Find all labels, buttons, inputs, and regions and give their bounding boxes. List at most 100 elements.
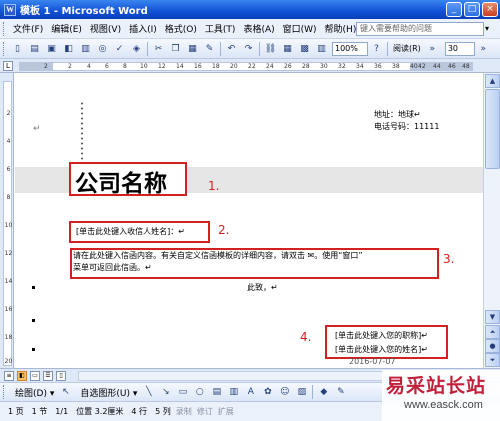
phone-line[interactable]: 电话号码：11111	[374, 121, 439, 133]
sender-name-field[interactable]: [单击此处键入您的姓名]↵	[335, 344, 428, 355]
zoom-select[interactable]: 100%	[332, 41, 368, 56]
toolbar-grip[interactable]	[3, 21, 6, 36]
closing-line[interactable]: 此致，↵	[247, 282, 278, 293]
menu-edit[interactable]: 编辑(E)	[47, 22, 86, 35]
undo-icon[interactable]: ↶	[225, 42, 238, 55]
ruler-number: 46	[448, 63, 456, 70]
letter-body-line-2[interactable]: 菜单可返回此信函。↵	[73, 262, 152, 273]
ruler-track[interactable]: 2 2 4 6 8 10 12 14 16 18 20 22 24 26 28 …	[19, 62, 473, 71]
recipient-name-field[interactable]: [单击此处键入收信人姓名]：↵	[76, 226, 185, 237]
menu-insert[interactable]: 插入(I)	[125, 22, 161, 35]
watermark-logo-text: 易采站长站	[386, 375, 487, 397]
hyperlink-icon[interactable]: ⛓	[264, 42, 277, 55]
print-layout-icon[interactable]: ▭	[30, 371, 40, 381]
ruler-number: 40	[410, 63, 418, 70]
menu-window[interactable]: 窗口(W)	[279, 22, 321, 35]
print-preview-icon[interactable]: ◎	[96, 42, 109, 55]
menu-view[interactable]: 视图(V)	[86, 22, 125, 35]
insert-table-icon[interactable]: ▩	[298, 42, 311, 55]
web-view-icon[interactable]: ◧	[17, 371, 27, 381]
toolbar-separator	[147, 41, 148, 56]
menu-tools[interactable]: 工具(T)	[201, 22, 240, 35]
tables-borders-icon[interactable]: ▦	[281, 42, 294, 55]
redo-icon[interactable]: ↷	[242, 42, 255, 55]
help-dropdown-icon[interactable]: ▾	[485, 24, 489, 33]
status-track-changes[interactable]: 修订	[197, 406, 213, 417]
document-canvas[interactable]: ↵ 地址：地球↵ 电话号码：11111 公司名称 1. [单击此处键入收信人姓名…	[15, 73, 483, 368]
minimize-button[interactable]: _	[446, 2, 462, 17]
help-search-input[interactable]: 键入需要帮助的问题	[356, 22, 484, 36]
address-line[interactable]: 地址：地球↵	[374, 109, 439, 121]
oval-icon[interactable]: ○	[193, 386, 206, 399]
ruler-number: 32	[338, 63, 346, 70]
scroll-down-icon[interactable]: ▼	[485, 310, 500, 324]
arrow-icon[interactable]: ↘	[159, 386, 172, 399]
menu-file[interactable]: 文件(F)	[9, 22, 47, 35]
sender-title-field[interactable]: [单击此处键入您的职称]↵	[335, 330, 428, 341]
word-app-icon[interactable]: W	[4, 3, 16, 16]
close-button[interactable]: ×	[482, 2, 498, 17]
line-icon[interactable]: ╲	[142, 386, 155, 399]
cut-icon[interactable]: ✂	[152, 42, 165, 55]
browse-object-icon[interactable]: ●	[485, 339, 500, 353]
vertical-ruler-track[interactable]: 2 4 6 8 10 12 14 16 18 20	[3, 81, 12, 366]
rectangle-icon[interactable]: ▭	[176, 386, 189, 399]
paragraph-mark: ↵	[33, 124, 41, 134]
copy-icon[interactable]: ❐	[169, 42, 182, 55]
font-size-select[interactable]: 30	[444, 41, 475, 56]
letter-body-line-1[interactable]: 请在此处键入信函内容。有关自定义信函模板的详细内容，请双击 ✉。使用“窗口”	[73, 250, 363, 261]
tab-selector-icon[interactable]: L	[3, 61, 13, 71]
help-icon[interactable]: ?	[370, 42, 383, 55]
normal-view-icon[interactable]: ≡	[4, 371, 14, 381]
company-name-field[interactable]: 公司名称	[75, 164, 167, 198]
permission-icon[interactable]: ◧	[62, 42, 75, 55]
line-color-icon[interactable]: ✎	[334, 386, 347, 399]
toolbar-grip[interactable]	[3, 385, 6, 399]
picture-icon[interactable]: ▨	[295, 386, 308, 399]
scroll-up-icon[interactable]: ▲	[485, 74, 500, 88]
menu-help[interactable]: 帮助(H)	[321, 22, 361, 35]
text-box-icon[interactable]: ▤	[210, 386, 223, 399]
draw-menu-button[interactable]: 绘图(D) ▾	[15, 386, 54, 399]
date-field[interactable]: 2016-07-07	[349, 357, 396, 366]
clip-art-icon[interactable]: ☺	[278, 386, 291, 399]
diagram-icon[interactable]: ✿	[261, 386, 274, 399]
status-extend[interactable]: 扩展	[218, 406, 234, 417]
ruler-number: 48	[462, 63, 470, 70]
scroll-thumb[interactable]	[485, 89, 500, 169]
maximize-button[interactable]: □	[464, 2, 480, 17]
vertical-scrollbar[interactable]: ▲ ▼ ⏶ ● ⏷	[483, 73, 500, 368]
research-icon[interactable]: ◈	[130, 42, 143, 55]
status-column: 5 列	[155, 407, 171, 416]
toolbar-options-icon[interactable]: »	[426, 42, 439, 55]
format-painter-icon[interactable]: ✎	[203, 42, 216, 55]
vertical-ruler[interactable]: 2 4 6 8 10 12 14 16 18 20	[0, 73, 14, 368]
menu-format[interactable]: 格式(O)	[161, 22, 201, 35]
address-block[interactable]: 地址：地球↵ 电话号码：11111	[374, 109, 439, 133]
autoshapes-menu-button[interactable]: 自选图形(U) ▾	[80, 386, 137, 399]
spelling-icon[interactable]: ✓	[113, 42, 126, 55]
print-icon[interactable]: ▥	[79, 42, 92, 55]
outline-view-icon[interactable]: ☰	[43, 371, 53, 381]
save-icon[interactable]: ▣	[45, 42, 58, 55]
next-page-icon[interactable]: ⏷	[485, 353, 500, 367]
horizontal-ruler[interactable]: L 2 2 4 6 8 10 12 14 16 18 20 22 24 26 2…	[0, 59, 500, 73]
status-record[interactable]: 录制	[176, 406, 192, 417]
open-folder-icon[interactable]: ▤	[28, 42, 41, 55]
vertical-text-box-icon[interactable]: ▥	[227, 386, 240, 399]
toolbar-options-icon[interactable]: »	[477, 42, 490, 55]
reading-layout-button[interactable]: 阅读(R)	[393, 43, 421, 54]
toolbar-grip[interactable]	[3, 41, 6, 56]
reading-view-icon[interactable]: ▯	[56, 371, 66, 381]
wordart-icon[interactable]: A	[244, 386, 257, 399]
toolbar-separator	[220, 41, 221, 56]
menu-table[interactable]: 表格(A)	[239, 22, 278, 35]
fill-color-icon[interactable]: ◆	[317, 386, 330, 399]
ruler-number: 36	[374, 63, 382, 70]
annotation-label-4: 4.	[300, 330, 312, 344]
columns-icon[interactable]: ▥	[315, 42, 328, 55]
new-document-icon[interactable]: ▯	[11, 42, 24, 55]
paste-icon[interactable]: ▦	[186, 42, 199, 55]
previous-page-icon[interactable]: ⏶	[485, 325, 500, 339]
select-objects-icon[interactable]: ↖	[59, 386, 72, 399]
